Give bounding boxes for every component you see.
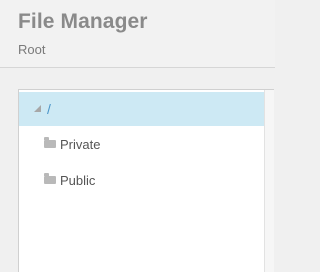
- tree-node-label: Public: [60, 173, 96, 188]
- tree-node-root[interactable]: /: [19, 92, 264, 126]
- tree-node-private[interactable]: Private: [19, 128, 264, 162]
- tree-node-public[interactable]: Public: [19, 164, 264, 198]
- tree-node-label: Private: [60, 137, 101, 152]
- page-title: File Manager: [18, 10, 148, 33]
- folder-icon: [44, 137, 56, 148]
- triangle-expanded-icon[interactable]: [34, 105, 41, 112]
- tree-node-label: /: [47, 101, 51, 117]
- breadcrumb[interactable]: Root: [18, 42, 45, 57]
- scrollbar[interactable]: [264, 90, 274, 272]
- folder-tree-panel: / Private Public: [18, 89, 274, 272]
- header: File Manager Root: [0, 0, 275, 68]
- folder-icon: [44, 173, 56, 184]
